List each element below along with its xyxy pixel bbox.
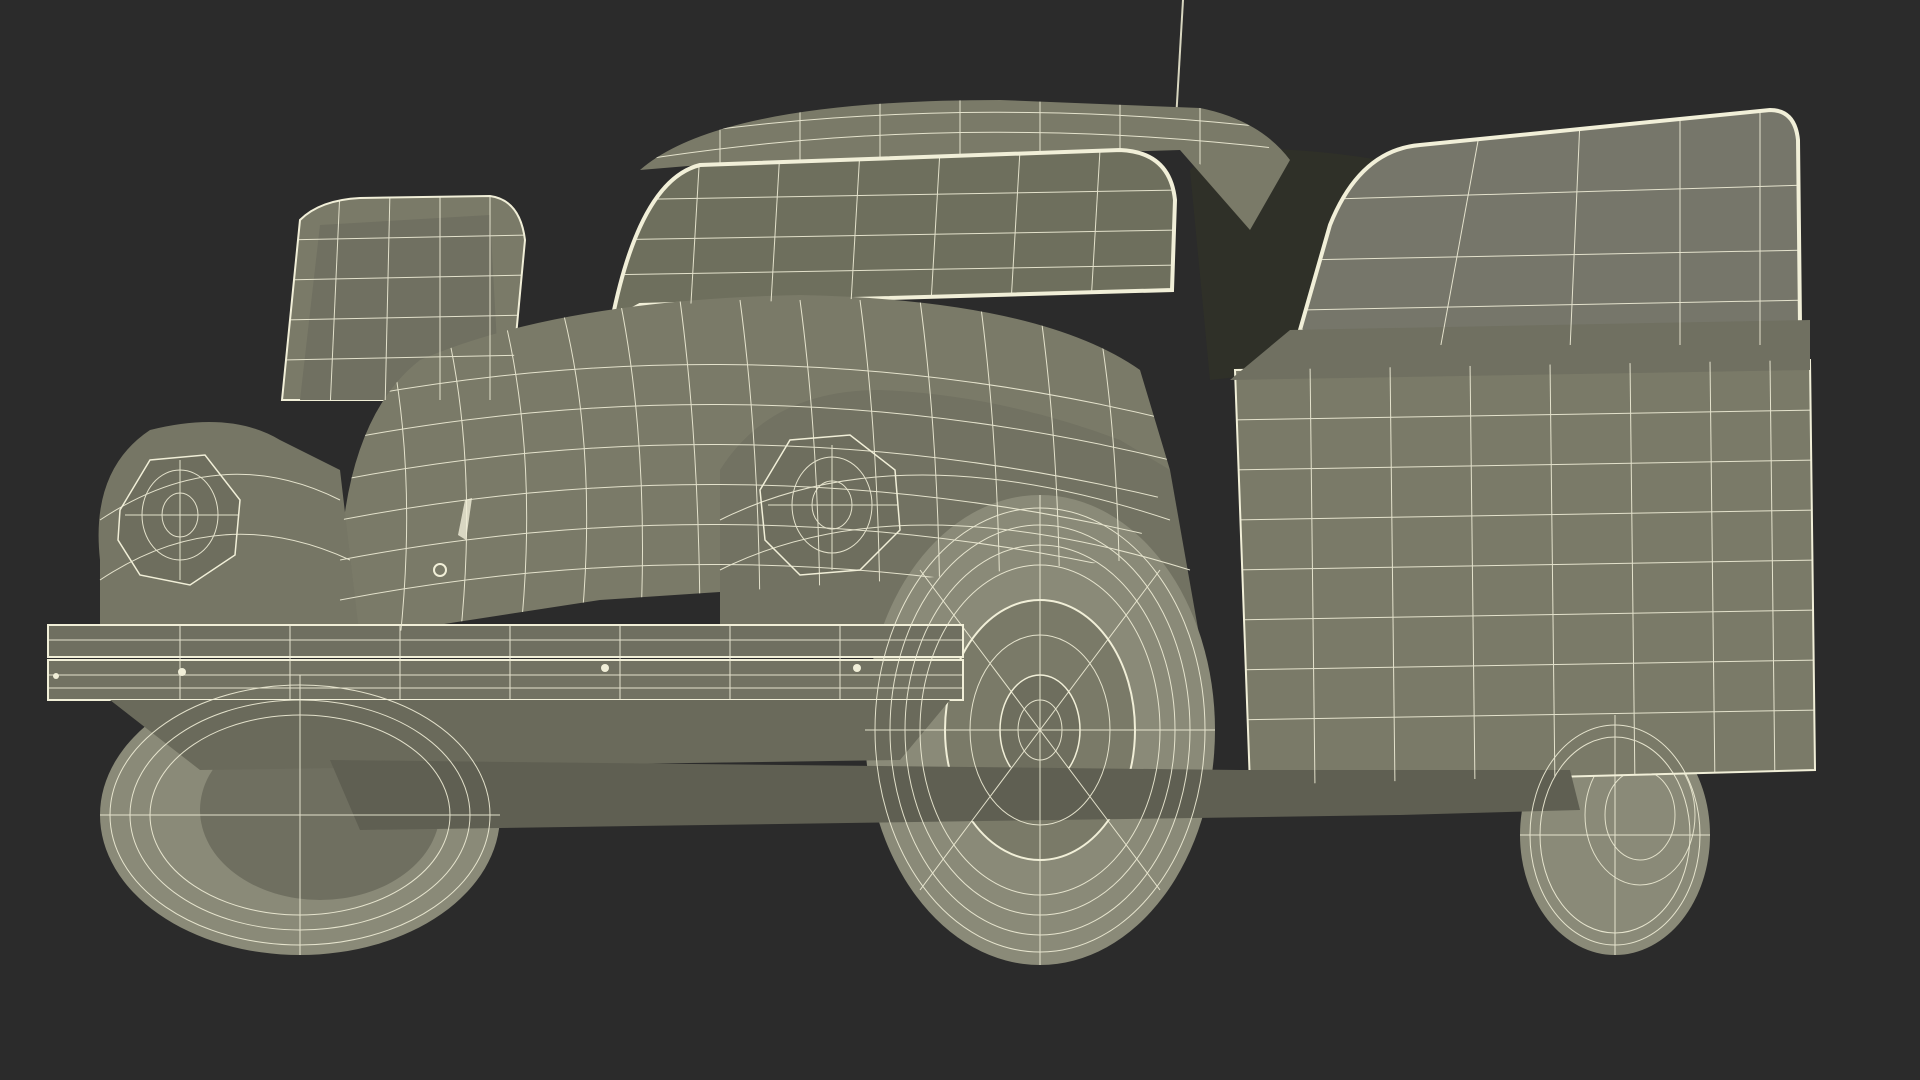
front-bumper xyxy=(47,624,964,770)
render-viewport[interactable] xyxy=(0,0,1920,1080)
wireframe-car-render xyxy=(47,0,1817,965)
antenna xyxy=(1175,0,1184,121)
car-underbody xyxy=(330,760,1580,830)
